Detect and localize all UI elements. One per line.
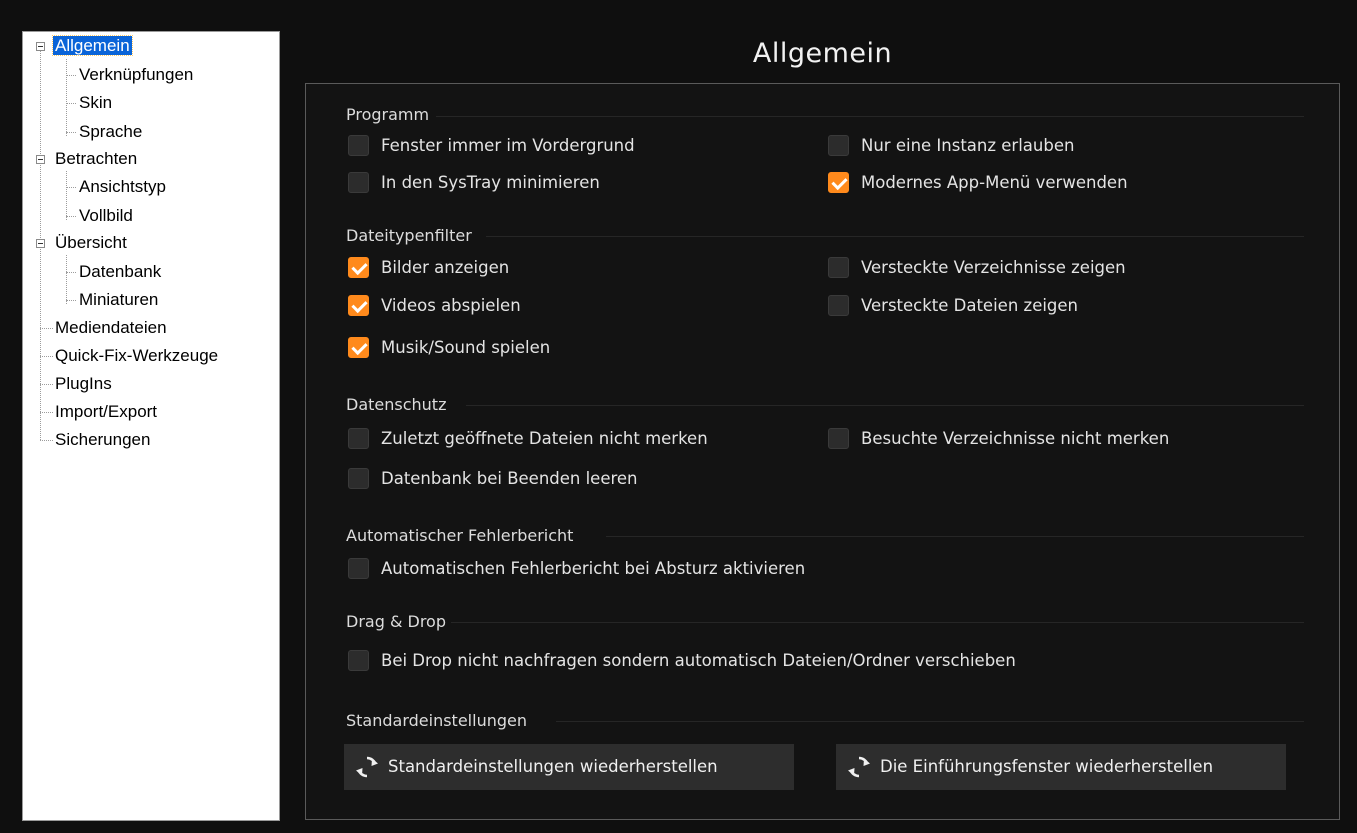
checkbox-box[interactable] (348, 650, 369, 671)
tree-connector (66, 75, 76, 76)
checkbox-label: Modernes App-Menü verwenden (861, 173, 1128, 192)
tree-item-skin[interactable]: Skin (77, 92, 114, 114)
tree-item-uebersicht[interactable]: Übersicht (53, 232, 129, 254)
tree-connector (66, 272, 76, 273)
section-title-fehlerbericht: Automatischer Fehlerbericht (346, 526, 574, 545)
collapse-toggle-icon[interactable] (36, 155, 45, 164)
tree-item-mediendateien[interactable]: Mediendateien (53, 317, 169, 339)
checkbox-label: In den SysTray minimieren (381, 173, 600, 192)
tree-item-plugins[interactable]: PlugIns (53, 373, 114, 395)
tree-item-miniaturen[interactable]: Miniaturen (77, 289, 160, 311)
refresh-icon (356, 756, 378, 778)
tree-item-label: Allgemein (52, 35, 133, 56)
tree-item-label: Skin (79, 93, 113, 112)
checkbox-box-checked[interactable] (348, 257, 369, 278)
checkbox-label: Musik/Sound spielen (381, 338, 551, 357)
checkbox-label: Videos abspielen (381, 296, 521, 315)
page-title: Allgemein (752, 38, 893, 69)
checkbox-box[interactable] (348, 135, 369, 156)
checkbox-box[interactable] (828, 257, 849, 278)
checkbox-box-checked[interactable] (348, 337, 369, 358)
tree-item-verknuepfungen[interactable]: Verknüpfungen (77, 64, 195, 86)
collapse-toggle-icon[interactable] (36, 239, 45, 248)
collapse-toggle-icon[interactable] (36, 42, 45, 51)
tree-connector (40, 412, 53, 413)
restore-defaults-button[interactable]: Standardeinstellungen wiederherstellen (344, 744, 794, 790)
checkbox-label: Nur eine Instanz erlauben (861, 136, 1075, 155)
checkbox-box[interactable] (828, 428, 849, 449)
tree-item-label: Sicherungen (55, 430, 151, 449)
checkbox-box[interactable] (348, 558, 369, 579)
section-title-dateitypenfilter: Dateitypenfilter (346, 226, 472, 245)
tree-item-label: Mediendateien (55, 318, 167, 337)
tree-item-label: PlugIns (55, 374, 112, 393)
tree-item-label: Import/Export (55, 402, 158, 421)
tree-connector (66, 132, 76, 133)
checkbox-label: Bei Drop nicht nachfragen sondern automa… (381, 651, 1016, 670)
section-divider (451, 622, 1304, 623)
tree-connector (40, 328, 53, 329)
checkbox-box[interactable] (348, 468, 369, 489)
settings-tree[interactable]: Allgemein Verknüpfungen Skin Sprache Bet… (22, 31, 280, 821)
checkbox-box[interactable] (828, 295, 849, 316)
tree-connector (66, 171, 67, 220)
tree-item-sprache[interactable]: Sprache (77, 121, 144, 143)
tree-connector (66, 300, 76, 301)
button-label: Die Einführungsfenster wiederherstellen (880, 757, 1214, 776)
checkbox-box[interactable] (348, 172, 369, 193)
tree-connector (40, 440, 53, 441)
tree-item-datenbank[interactable]: Datenbank (77, 261, 163, 283)
tree-item-import-export[interactable]: Import/Export (53, 401, 159, 423)
checkbox-label: Fenster immer im Vordergrund (381, 136, 635, 155)
section-divider (556, 721, 1304, 722)
checkbox-box[interactable] (828, 135, 849, 156)
settings-content-panel: Programm Fenster immer im Vordergrund Nu… (305, 83, 1340, 820)
section-title-drag-drop: Drag & Drop (346, 612, 446, 631)
tree-item-vollbild[interactable]: Vollbild (77, 205, 135, 227)
tree-connector (66, 216, 76, 217)
section-divider (466, 405, 1304, 406)
button-label: Standardeinstellungen wiederherstellen (388, 757, 718, 776)
checkbox-box-checked[interactable] (828, 172, 849, 193)
checkbox-label: Automatischen Fehlerbericht bei Absturz … (381, 559, 806, 578)
tree-item-sicherungen[interactable]: Sicherungen (53, 429, 152, 451)
checkbox-label: Zuletzt geöffnete Dateien nicht merken (381, 429, 708, 448)
tree-connector (66, 255, 67, 304)
section-title-datenschutz: Datenschutz (346, 395, 447, 414)
tree-item-label: Miniaturen (79, 290, 159, 309)
tree-connector (40, 384, 53, 385)
checkbox-label: Versteckte Dateien zeigen (861, 296, 1079, 315)
checkbox-label: Datenbank bei Beenden leeren (381, 469, 638, 488)
section-title-programm: Programm (346, 105, 430, 124)
section-divider (436, 116, 1304, 117)
tree-item-label: Quick-Fix-Werkzeuge (55, 346, 219, 365)
refresh-icon (848, 756, 870, 778)
tree-item-label: Betrachten (55, 149, 138, 168)
settings-window: Allgemein Verknüpfungen Skin Sprache Bet… (0, 0, 1357, 833)
checkbox-label: Besuchte Verzeichnisse nicht merken (861, 429, 1170, 448)
tree-item-label: Ansichtstyp (79, 177, 166, 196)
checkbox-box-checked[interactable] (348, 295, 369, 316)
tree-connector (66, 59, 67, 136)
tree-item-quick-fix-werkzeuge[interactable]: Quick-Fix-Werkzeuge (53, 345, 220, 367)
tree-item-ansichtstyp[interactable]: Ansichtstyp (77, 176, 168, 198)
tree-item-label: Vollbild (79, 206, 133, 225)
tree-connector (66, 187, 76, 188)
checkbox-box[interactable] (348, 428, 369, 449)
checkbox-label: Versteckte Verzeichnisse zeigen (861, 258, 1126, 277)
restore-intro-windows-button[interactable]: Die Einführungsfenster wiederherstellen (836, 744, 1286, 790)
tree-item-allgemein[interactable]: Allgemein (52, 35, 133, 57)
tree-connector (40, 356, 53, 357)
tree-item-label: Übersicht (55, 233, 127, 252)
tree-item-label: Datenbank (79, 262, 162, 281)
checkbox-label: Bilder anzeigen (381, 258, 510, 277)
section-title-standardeinstellungen: Standardeinstellungen (346, 711, 527, 730)
section-divider (486, 236, 1304, 237)
tree-item-label: Sprache (79, 122, 143, 141)
tree-item-label: Verknüpfungen (79, 65, 194, 84)
tree-item-betrachten[interactable]: Betrachten (53, 148, 139, 170)
tree-connector (66, 103, 76, 104)
section-divider (606, 536, 1304, 537)
